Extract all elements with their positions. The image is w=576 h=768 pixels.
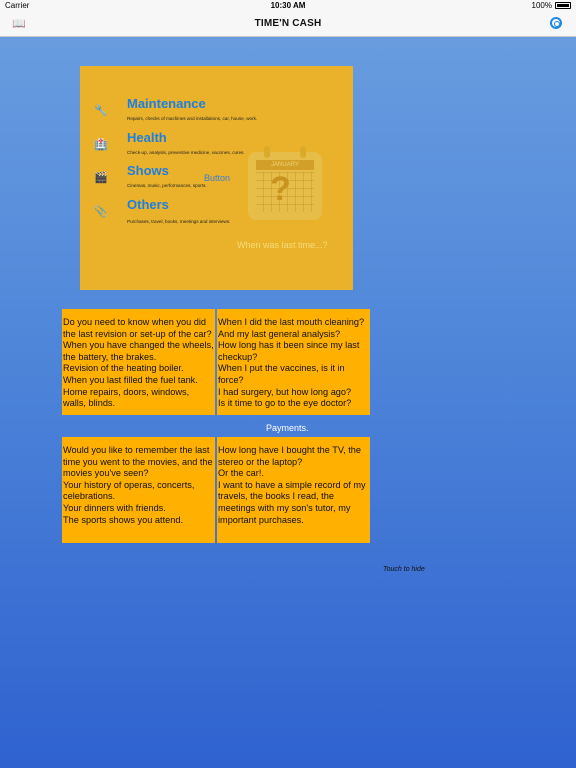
clock: 10:30 AM [270,1,306,10]
spiral-icon[interactable] [550,17,562,29]
card-maintenance: Do you need to know when you did the las… [62,309,215,415]
category-title: Health [127,130,167,145]
wrench-icon: 🔧 [94,105,108,117]
card-others: How long have I bought the TV, the stere… [217,437,370,543]
card-shows: Would you like to remember the last time… [62,437,215,543]
clapperboard-icon: 🎬 [94,172,108,184]
status-bar: Carrier 10:30 AM 100% [0,0,576,12]
navigation-bar: 📖 TIME'N CASH [0,12,576,37]
category-description: Repairs, checks of machines and installa… [127,116,258,121]
category-title: Others [127,197,169,212]
battery-icon [555,2,571,9]
card-health: When I did the last mouth cleaning? And m… [217,309,370,415]
calendar-month: JANUARY [256,160,314,170]
battery-percent: 100% [531,1,552,10]
tagline: When was last time...? [237,240,328,250]
paperclip-icon: 📎 [94,206,108,218]
category-title: Maintenance [127,96,206,111]
battery-indicator: 100% [532,1,571,10]
category-description: Cinemas, music, performances, sports. [127,183,207,188]
intro-panel[interactable]: 🔧 Maintenance Repairs, checks of machine… [80,66,353,290]
payments-link[interactable]: Payments. [266,423,309,433]
category-description: Check-up, analysis, preventive medicine,… [127,150,245,155]
category-title: Shows [127,163,169,178]
hidden-button[interactable]: Button [204,173,230,183]
app-title: TIME'N CASH [254,18,322,29]
category-description: Purchases, travel, books, meetings and i… [127,219,231,224]
calendar-icon: JANUARY ? [248,146,322,220]
question-mark-icon: ? [270,170,291,208]
touch-to-hide-button[interactable]: Touch to hide [383,566,425,573]
medical-kit-icon: 🏥 [94,139,108,151]
